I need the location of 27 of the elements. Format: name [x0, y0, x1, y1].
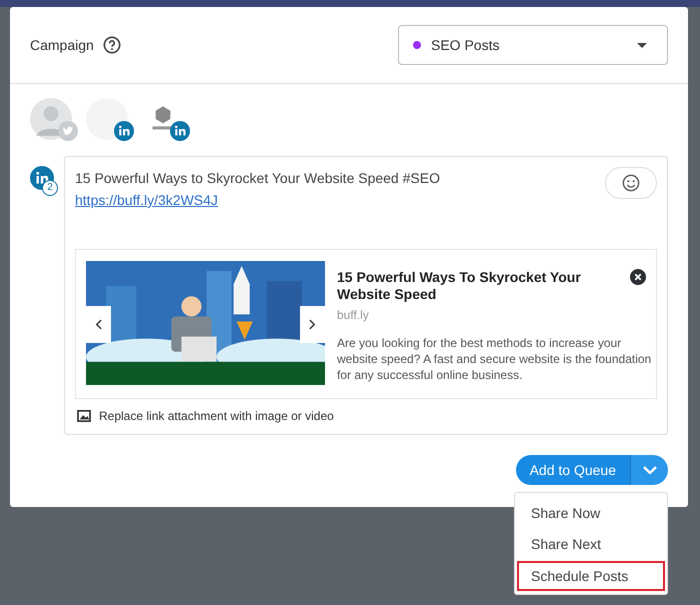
campaign-select[interactable]: SEO Posts — [398, 25, 668, 65]
dropdown-button[interactable] — [630, 455, 668, 485]
chevron-right-icon — [309, 319, 316, 330]
twitter-icon — [58, 121, 78, 141]
caret-icon — [637, 42, 647, 48]
post-editor[interactable] — [64, 156, 668, 435]
preview-title: 15 Powerful Ways To Skyrocket Your Website Speed — [337, 269, 582, 303]
preview-description: Are you looking for the best methods to increase your website speed? A fast and secure website is the foundation for any successful online business. — [337, 335, 652, 383]
add-to-queue-button[interactable]: Add to Queue — [516, 455, 630, 485]
chevron-left-icon — [95, 319, 102, 330]
image-icon — [77, 410, 91, 422]
close-icon[interactable] — [630, 269, 646, 285]
campaign-label: Campaign — [30, 37, 94, 53]
linkedin-icon — [170, 121, 190, 141]
smiley-icon — [622, 174, 640, 192]
menu-item[interactable]: Share Now — [517, 499, 665, 529]
replace-attachment-link[interactable]: Replace link attachment with image or video — [99, 409, 334, 423]
menu-item[interactable]: Schedule Posts — [517, 561, 665, 591]
emoji-button[interactable] — [605, 167, 657, 199]
post-link[interactable]: https://buff.ly/3k2WS4J — [75, 192, 218, 208]
count-badge: 2 — [42, 180, 58, 196]
post-text: 15 Powerful Ways to Skyrocket Your Website Speed #SEO — [75, 170, 441, 186]
menu-item[interactable]: Share Next — [517, 530, 665, 560]
chevron-down-icon — [642, 466, 656, 474]
help-icon — [102, 36, 121, 54]
preview-domain: buff.ly — [337, 308, 370, 322]
linkedin-icon — [114, 121, 134, 141]
